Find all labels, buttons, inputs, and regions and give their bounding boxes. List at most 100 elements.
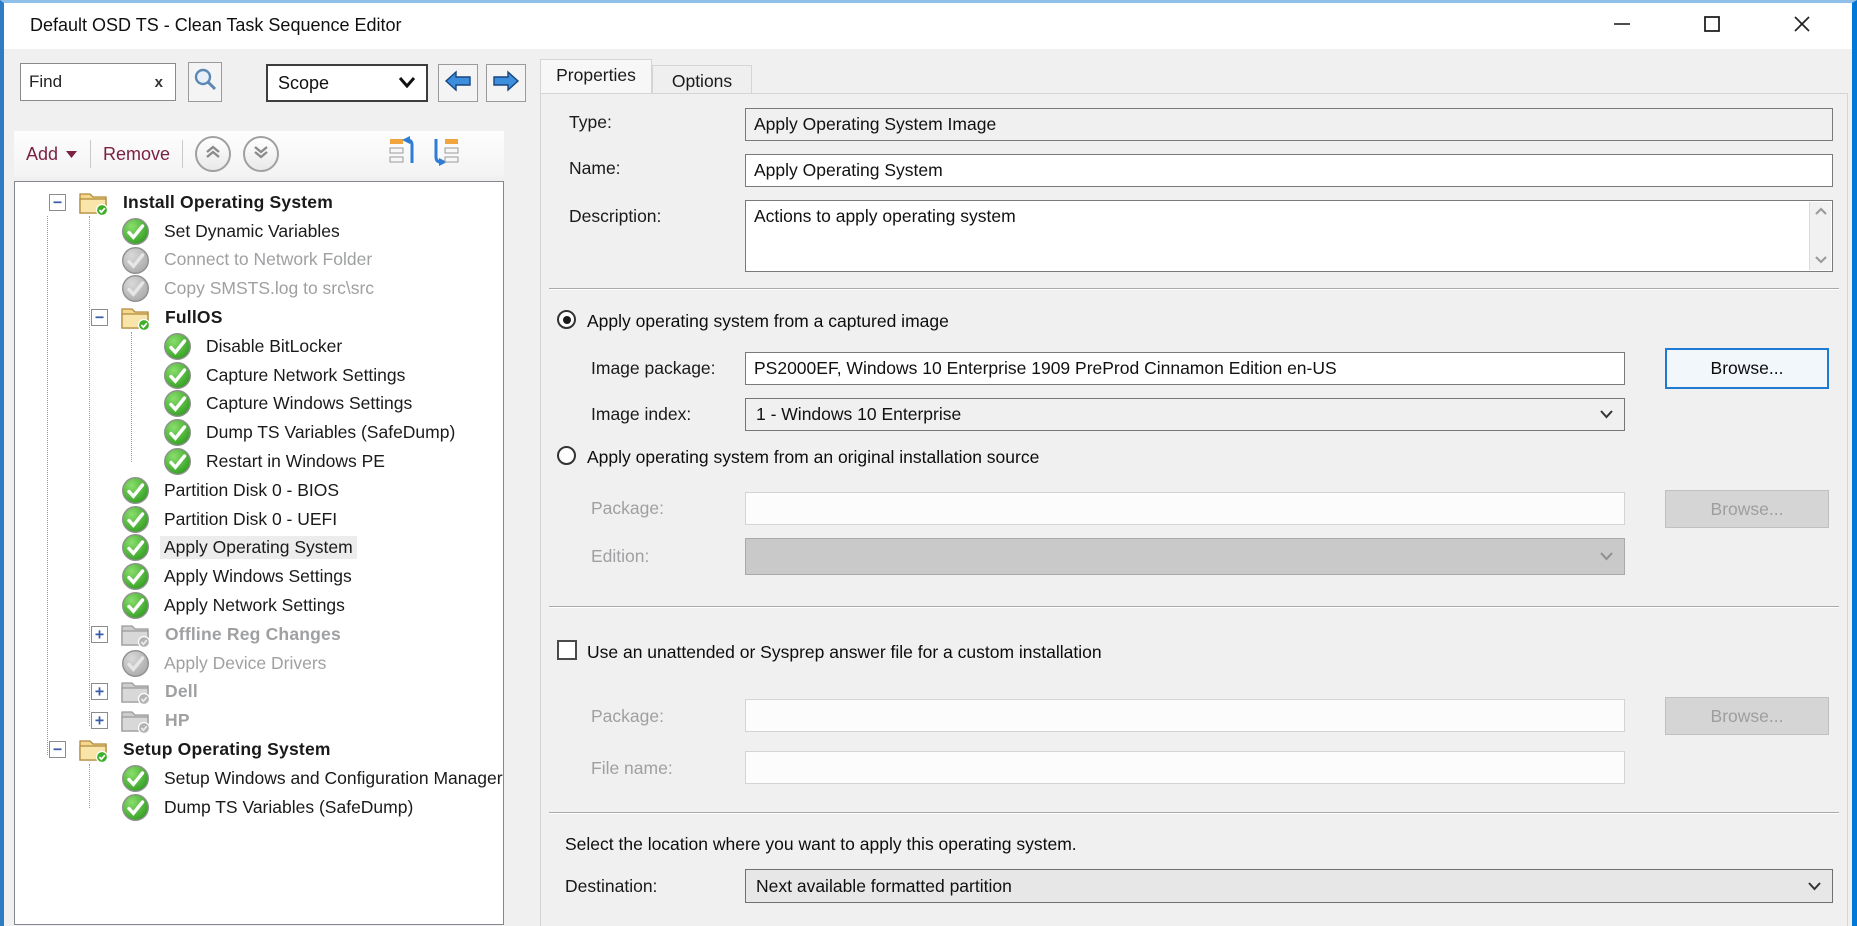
description-label: Description: bbox=[569, 206, 661, 227]
arrow-left-icon bbox=[444, 70, 472, 97]
name-field[interactable]: Apply Operating System bbox=[745, 154, 1833, 187]
description-scrollbar[interactable] bbox=[1809, 202, 1831, 270]
find-next-button[interactable] bbox=[486, 64, 526, 102]
chevron-down-icon bbox=[1599, 548, 1614, 565]
green-check-icon bbox=[121, 505, 150, 534]
destination-instruction: Select the location where you want to ap… bbox=[565, 834, 1077, 855]
expand-all-button[interactable] bbox=[243, 136, 279, 172]
description-field[interactable]: Actions to apply operating system bbox=[745, 200, 1833, 272]
tree-item[interactable]: Disable BitLocker bbox=[15, 332, 503, 361]
tree-item[interactable]: Set Dynamic Variables bbox=[15, 217, 503, 246]
move-step-down-button[interactable] bbox=[430, 135, 460, 174]
collapse-all-button[interactable] bbox=[195, 136, 231, 172]
captured-image-radio[interactable] bbox=[557, 310, 576, 329]
destination-dropdown[interactable]: Next available formatted partition bbox=[745, 869, 1833, 903]
source-package-browse-button: Browse... bbox=[1665, 490, 1829, 528]
tree-item-label: Apply Device Drivers bbox=[160, 652, 330, 675]
tree-item[interactable]: Setup Windows and Configuration Manager bbox=[15, 764, 503, 793]
maximize-icon bbox=[1701, 13, 1723, 40]
tree-item[interactable]: + Dell bbox=[15, 678, 503, 707]
tree-item-label: Disable BitLocker bbox=[202, 335, 346, 358]
tree-item[interactable]: Restart in Windows PE bbox=[15, 447, 503, 476]
tree-item[interactable]: Partition Disk 0 - BIOS bbox=[15, 476, 503, 505]
collapse-expander-icon[interactable]: − bbox=[49, 194, 66, 211]
tree-item[interactable]: Capture Network Settings bbox=[15, 361, 503, 390]
add-button[interactable]: Add bbox=[26, 144, 58, 165]
tree-item[interactable]: Capture Windows Settings bbox=[15, 390, 503, 419]
scroll-down-icon[interactable] bbox=[1814, 253, 1828, 267]
green-check-icon bbox=[121, 793, 150, 822]
find-input[interactable]: Find x bbox=[20, 63, 176, 101]
chevron-down-icon bbox=[398, 73, 416, 93]
tree-item[interactable]: Copy SMSTS.log to src\src bbox=[15, 274, 503, 303]
image-package-field[interactable]: PS2000EF, Windows 10 Enterprise 1909 Pre… bbox=[745, 352, 1625, 385]
green-check-icon bbox=[121, 217, 150, 246]
move-step-up-button[interactable] bbox=[388, 135, 418, 174]
source-package-field bbox=[745, 492, 1625, 525]
grey-check-icon bbox=[121, 246, 150, 275]
edition-dropdown bbox=[745, 538, 1625, 575]
tree-item[interactable]: Partition Disk 0 - UEFI bbox=[15, 505, 503, 534]
tree-item-label: Partition Disk 0 - UEFI bbox=[160, 508, 341, 531]
browse-button-label: Browse... bbox=[1711, 706, 1784, 727]
tree-item-label: Apply Network Settings bbox=[160, 594, 349, 617]
image-index-dropdown[interactable]: 1 - Windows 10 Enterprise bbox=[745, 398, 1625, 431]
scroll-up-icon[interactable] bbox=[1814, 205, 1828, 219]
answer-file-checkbox[interactable] bbox=[557, 640, 577, 660]
expand-expander-icon[interactable]: + bbox=[91, 626, 108, 643]
arrow-right-icon bbox=[492, 70, 520, 97]
close-icon bbox=[1791, 13, 1813, 40]
tab-properties-label: Properties bbox=[556, 65, 636, 86]
tree-item[interactable]: + Offline Reg Changes bbox=[15, 620, 503, 649]
original-source-radio-label: Apply operating system from an original … bbox=[587, 447, 1039, 468]
tree-item-label: Connect to Network Folder bbox=[160, 248, 376, 271]
minimize-button[interactable] bbox=[1590, 3, 1654, 49]
tree-item[interactable]: Dump TS Variables (SafeDump) bbox=[15, 418, 503, 447]
answer-package-browse-button: Browse... bbox=[1665, 697, 1829, 735]
scope-select[interactable]: Scope bbox=[266, 64, 428, 102]
tree-item[interactable]: + HP bbox=[15, 706, 503, 735]
name-value: Apply Operating System bbox=[754, 160, 943, 181]
tree-item[interactable]: Apply Windows Settings bbox=[15, 562, 503, 591]
expand-expander-icon[interactable]: + bbox=[91, 712, 108, 729]
tree-item[interactable]: Apply Network Settings bbox=[15, 591, 503, 620]
tree-item[interactable]: − Install Operating System bbox=[15, 188, 503, 217]
image-index-label: Image index: bbox=[591, 404, 691, 425]
minimize-icon bbox=[1611, 13, 1633, 40]
tree-item[interactable]: Connect to Network Folder bbox=[15, 246, 503, 275]
tree-item-label: HP bbox=[161, 709, 194, 732]
tree-item-label: Restart in Windows PE bbox=[202, 450, 389, 473]
image-package-browse-button[interactable]: Browse... bbox=[1665, 348, 1829, 389]
add-dropdown-chevron-icon[interactable] bbox=[65, 144, 78, 164]
collapse-expander-icon[interactable]: − bbox=[91, 309, 108, 326]
close-button[interactable] bbox=[1770, 3, 1834, 49]
tree-item-label: Install Operating System bbox=[119, 191, 337, 214]
tree-item[interactable]: − Setup Operating System bbox=[15, 735, 503, 764]
expand-expander-icon[interactable]: + bbox=[91, 683, 108, 700]
collapse-expander-icon[interactable]: − bbox=[49, 741, 66, 758]
remove-button[interactable]: Remove bbox=[103, 144, 170, 165]
green-check-icon bbox=[163, 447, 192, 476]
tree-item[interactable]: Dump TS Variables (SafeDump) bbox=[15, 793, 503, 822]
tree-item-label: Dump TS Variables (SafeDump) bbox=[160, 796, 417, 819]
tab-properties[interactable]: Properties bbox=[540, 59, 652, 93]
green-check-icon bbox=[163, 361, 192, 390]
description-value: Actions to apply operating system bbox=[754, 206, 1016, 227]
find-previous-button[interactable] bbox=[438, 64, 478, 102]
section-separator bbox=[549, 812, 1839, 814]
tree-item[interactable]: − FullOS bbox=[15, 303, 503, 332]
image-package-value: PS2000EF, Windows 10 Enterprise 1909 Pre… bbox=[754, 358, 1337, 379]
grey-check-icon bbox=[121, 649, 150, 678]
tab-options[interactable]: Options bbox=[652, 65, 752, 93]
tree-item[interactable]: Apply Device Drivers bbox=[15, 649, 503, 678]
tree-item-label: Offline Reg Changes bbox=[161, 623, 345, 646]
find-clear-icon[interactable]: x bbox=[151, 74, 167, 91]
search-button[interactable] bbox=[188, 62, 222, 102]
find-input-value: Find bbox=[29, 72, 151, 92]
original-source-radio[interactable] bbox=[557, 446, 576, 465]
green-check-icon bbox=[163, 389, 192, 418]
maximize-button[interactable] bbox=[1680, 3, 1744, 49]
move-step-down-icon bbox=[430, 154, 460, 173]
tree-item[interactable]: Apply Operating System bbox=[15, 534, 503, 563]
file-name-label: File name: bbox=[591, 758, 673, 779]
